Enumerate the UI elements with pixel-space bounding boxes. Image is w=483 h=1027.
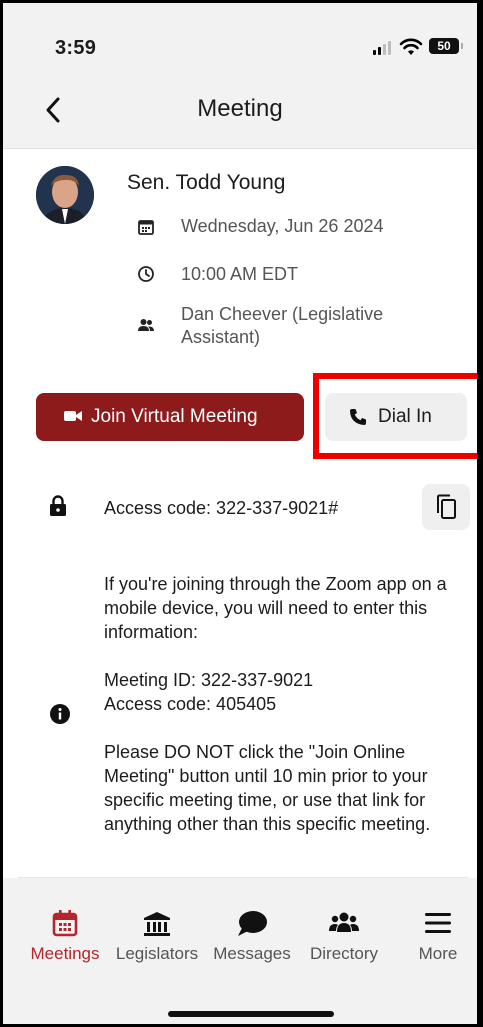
people-icon [138, 319, 154, 331]
zoom-instructions: If you're joining through the Zoom app o… [104, 574, 447, 642]
tab-directory-label: Directory [309, 944, 378, 963]
meeting-warning-text: Please DO NOT click the "Join Online Mee… [104, 742, 431, 834]
access-code-text: Access code: 322-337-9021# [104, 498, 339, 518]
tab-meetings-label: Meetings [30, 944, 100, 963]
meeting-date-text: Wednesday, Jun 26 2024 [181, 216, 384, 236]
people-icon [329, 912, 359, 932]
header: 3:59 50 Meeting [3, 3, 477, 149]
status-time: 3:59 [55, 37, 97, 59]
calendar-icon [138, 220, 154, 235]
cellular-signal-icon [373, 41, 393, 55]
join-button-label: Join Virtual Meeting [91, 406, 258, 427]
tab-bar: Meetings Legislators Messages Directory … [3, 878, 477, 1024]
person-name: Sen. Todd Young [127, 171, 286, 194]
menu-icon [425, 913, 451, 933]
lock-icon [50, 495, 66, 516]
meeting-time-text: 10:00 AM EDT [181, 264, 299, 284]
attendee-text: Dan Cheever (Legislative Assistant) [181, 304, 384, 347]
capitol-icon [144, 912, 170, 936]
tab-messages-label: Messages [213, 944, 291, 963]
status-bar: 3:59 50 [3, 3, 477, 83]
calendar-icon [52, 910, 78, 937]
zoom-access-code-text: Access code: 405405 [104, 694, 277, 714]
copy-button[interactable] [422, 484, 470, 530]
video-camera-icon [64, 411, 82, 421]
tab-legislators[interactable]: Legislators [108, 908, 206, 964]
tab-directory[interactable]: Directory [301, 908, 387, 964]
tab-legislators-label: Legislators [115, 944, 199, 963]
wifi-icon [399, 38, 423, 55]
tab-messages[interactable]: Messages [208, 908, 296, 964]
app-screen: 3:59 50 Meeting Sen. Todd Young Wednesda… [0, 0, 483, 1027]
copy-icon [437, 494, 456, 519]
dial-in-button[interactable]: Dial In [325, 393, 467, 441]
phone-icon [350, 409, 366, 425]
battery-icon: 50 [429, 38, 463, 54]
home-indicator[interactable] [168, 1011, 334, 1017]
info-icon [50, 704, 70, 724]
avatar [36, 166, 94, 224]
join-virtual-meeting-button[interactable]: Join Virtual Meeting [36, 393, 304, 441]
chat-bubble-icon [238, 911, 267, 936]
clock-icon [138, 266, 154, 282]
dial-in-label: Dial In [378, 406, 432, 427]
tab-more-label: More [418, 944, 458, 963]
tab-meetings[interactable]: Meetings [25, 908, 105, 964]
page-title: Meeting [197, 95, 283, 122]
tab-more[interactable]: More [403, 908, 473, 964]
meeting-id-text: Meeting ID: 322-337-9021 [104, 670, 314, 690]
